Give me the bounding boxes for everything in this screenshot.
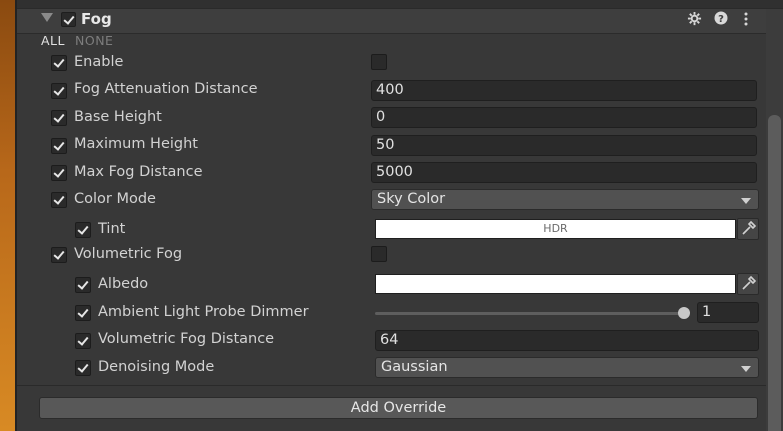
enable-checkbox[interactable] <box>371 54 387 70</box>
ambient-light-probe-dimmer-label: Ambient Light Probe Dimmer <box>98 304 309 320</box>
dropdown-arrow-icon <box>741 198 751 204</box>
base-height-field[interactable]: 0 <box>371 107 757 128</box>
max-fog-distance-label: Max Fog Distance <box>74 164 203 180</box>
settings-icon[interactable] <box>687 11 702 30</box>
checkmark-icon <box>53 111 65 123</box>
none-toggle[interactable]: NONE <box>75 33 113 48</box>
ambient-dimmer-slider-track[interactable] <box>375 312 685 315</box>
denoising-mode-label: Denoising Mode <box>98 359 215 375</box>
maximum-height-label: Maximum Height <box>74 136 198 152</box>
checkmark-icon <box>77 361 89 373</box>
volumetric-fog-checkbox[interactable] <box>371 246 387 262</box>
override-checkbox-enable[interactable] <box>51 55 67 71</box>
override-checkbox-ambient-dimmer[interactable] <box>75 305 91 321</box>
override-checkbox-maximum-height[interactable] <box>51 138 67 154</box>
color-mode-dropdown[interactable]: Sky Color <box>371 189 759 210</box>
component-title: Fog <box>81 10 112 28</box>
override-checkbox-volumetric-fog[interactable] <box>51 247 67 263</box>
dropdown-arrow-icon <box>741 366 751 372</box>
foldout-arrow-icon[interactable] <box>41 13 53 22</box>
override-checkbox-denoising-mode[interactable] <box>75 360 91 376</box>
override-checkbox-tint[interactable] <box>75 222 91 238</box>
denoising-mode-dropdown[interactable]: Gaussian <box>375 357 759 378</box>
enable-label: Enable <box>74 54 124 70</box>
add-override-button[interactable]: Add Override <box>39 397 758 419</box>
checkmark-icon <box>77 306 89 318</box>
ambient-dimmer-slider-handle[interactable] <box>678 307 690 319</box>
checkmark-icon <box>77 278 89 290</box>
checkmark-icon <box>77 334 89 346</box>
scene-view-edge <box>0 0 15 431</box>
override-checkbox-albedo[interactable] <box>75 277 91 293</box>
fog-attenuation-distance-field[interactable]: 400 <box>371 80 757 101</box>
checkmark-icon <box>63 13 75 25</box>
help-icon[interactable]: ? <box>714 11 728 29</box>
volumetric-fog-label: Volumetric Fog <box>74 246 183 262</box>
eyedropper-icon[interactable] <box>737 218 759 240</box>
section-divider <box>17 385 766 386</box>
panel-border <box>15 0 17 431</box>
checkmark-icon <box>53 139 65 151</box>
more-options-icon[interactable] <box>743 11 749 30</box>
override-checkbox-max-fog-distance[interactable] <box>51 165 67 181</box>
checkmark-icon <box>77 223 89 235</box>
fog-component-header[interactable]: Fog ? <box>17 9 766 34</box>
fog-attenuation-distance-label: Fog Attenuation Distance <box>74 81 258 97</box>
component-enabled-checkbox[interactable] <box>61 12 76 27</box>
albedo-color-field[interactable] <box>375 274 736 294</box>
eyedropper-icon[interactable] <box>737 273 759 295</box>
all-toggle[interactable]: ALL <box>41 33 65 48</box>
override-checkbox-color-mode[interactable] <box>51 192 67 208</box>
tint-label: Tint <box>98 221 126 237</box>
volumetric-fog-distance-field[interactable]: 64 <box>375 330 759 351</box>
checkmark-icon <box>53 84 65 96</box>
color-mode-label: Color Mode <box>74 191 156 207</box>
checkmark-icon <box>53 56 65 68</box>
max-fog-distance-field[interactable]: 5000 <box>371 162 757 183</box>
hdr-badge: HDR <box>543 222 568 235</box>
scrollbar-thumb[interactable] <box>768 115 781 431</box>
previous-component-edge <box>17 0 783 9</box>
override-checkbox-base-height[interactable] <box>51 110 67 126</box>
maximum-height-field[interactable]: 50 <box>371 135 757 156</box>
override-checkbox-volumetric-fog-distance[interactable] <box>75 333 91 349</box>
albedo-label: Albedo <box>98 276 149 292</box>
tint-color-field[interactable]: HDR <box>375 219 736 239</box>
checkmark-icon <box>53 193 65 205</box>
volumetric-fog-distance-label: Volumetric Fog Distance <box>98 331 275 347</box>
checkmark-icon <box>53 166 65 178</box>
svg-text:?: ? <box>718 14 724 25</box>
color-mode-value: Sky Color <box>377 191 446 207</box>
ambient-dimmer-value-field[interactable]: 1 <box>697 302 759 323</box>
override-checkbox-attenuation[interactable] <box>51 83 67 99</box>
checkmark-icon <box>53 248 65 260</box>
base-height-label: Base Height <box>74 109 162 125</box>
denoising-mode-value: Gaussian <box>381 359 448 375</box>
